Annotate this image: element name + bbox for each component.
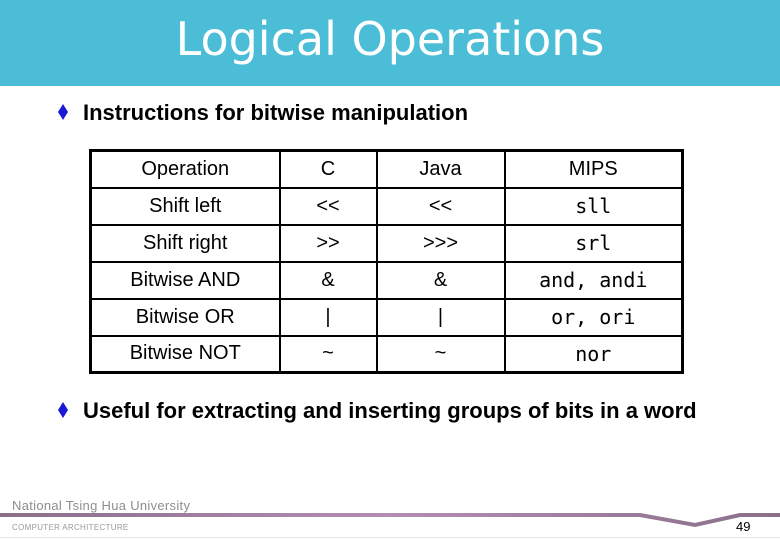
table-row: Bitwise NOT ~ ~ nor	[89, 334, 684, 374]
cell-c: |	[278, 297, 378, 337]
cell-mips: nor	[503, 334, 684, 374]
page-number: 49	[736, 519, 751, 534]
cell-mips: or, ori	[503, 297, 684, 337]
bullet-text: Instructions for bitwise manipulation	[83, 100, 469, 125]
cell-operation: Bitwise AND	[89, 260, 281, 300]
cell-operation: Bitwise OR	[89, 297, 281, 337]
table-row: Bitwise OR | | or, ori	[89, 297, 684, 337]
header-java: Java	[375, 149, 506, 189]
footer-divider	[0, 537, 780, 538]
table-row: Shift right >> >>> srl	[89, 223, 684, 263]
cell-c: ~	[278, 334, 378, 374]
diamond-bullet-icon	[58, 104, 68, 120]
cell-operation: Bitwise NOT	[89, 334, 281, 374]
cell-java: <<	[375, 186, 506, 226]
cell-c: >>	[278, 223, 378, 263]
cell-mips: and, andi	[503, 260, 684, 300]
table-row: Shift left << << sll	[89, 186, 684, 226]
table-header-row: Operation C Java MIPS	[89, 149, 684, 189]
diamond-bullet-icon	[58, 402, 68, 418]
cell-java: |	[375, 297, 506, 337]
operations-table: Operation C Java MIPS Shift left << << s…	[89, 149, 684, 374]
cell-mips: srl	[503, 223, 684, 263]
cell-java: &	[375, 260, 506, 300]
slide-title: Logical Operations	[175, 12, 605, 66]
header-c: C	[278, 149, 378, 189]
cell-operation: Shift right	[89, 223, 281, 263]
cell-mips: sll	[503, 186, 684, 226]
bullet-item: Instructions for bitwise manipulation	[58, 100, 468, 126]
table-row: Bitwise AND & & and, andi	[89, 260, 684, 300]
footer-course: COMPUTER ARCHITECTURE	[12, 523, 129, 532]
cell-java: ~	[375, 334, 506, 374]
cell-c: <<	[278, 186, 378, 226]
bullet-text: Useful for extracting and inserting grou…	[83, 398, 697, 423]
cell-operation: Shift left	[89, 186, 281, 226]
title-bar: Logical Operations	[0, 0, 780, 86]
cell-java: >>>	[375, 223, 506, 263]
bullet-item: Useful for extracting and inserting grou…	[58, 398, 748, 424]
header-mips: MIPS	[503, 149, 684, 189]
cell-c: &	[278, 260, 378, 300]
header-operation: Operation	[89, 149, 281, 189]
